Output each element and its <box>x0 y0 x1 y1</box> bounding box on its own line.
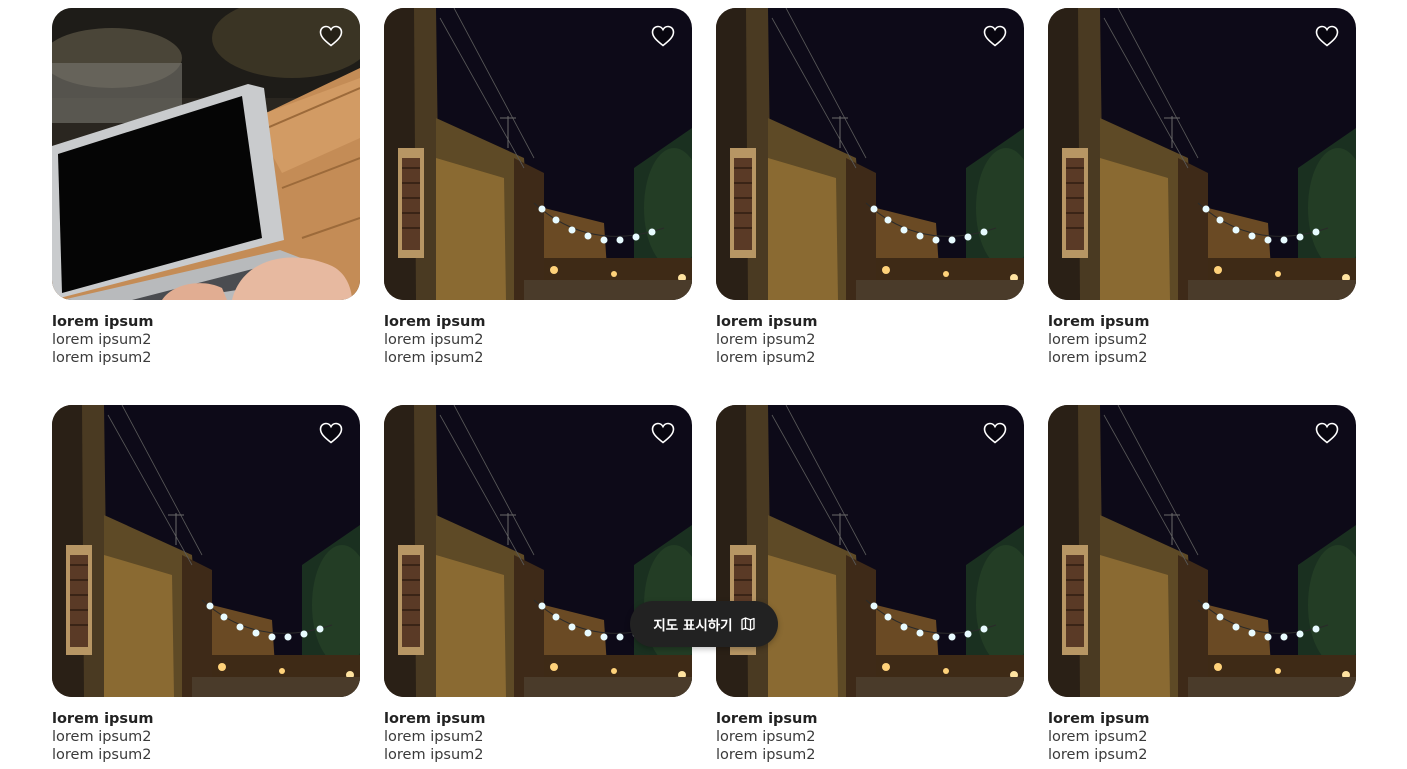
listing-card[interactable]: lorem ipsum lorem ipsum2 lorem ipsum2 <box>1048 405 1356 763</box>
listing-card[interactable]: lorem ipsum lorem ipsum2 lorem ipsum2 <box>716 8 1024 366</box>
listing-subtitle: lorem ipsum2 <box>1048 350 1148 366</box>
listing-subtitle: lorem ipsum2 <box>52 747 152 763</box>
show-map-button[interactable]: 지도 표시하기 <box>630 601 778 647</box>
listing-subtitle: lorem ipsum2 <box>716 350 816 366</box>
listing-card[interactable]: lorem ipsum lorem ipsum2 lorem ipsum2 <box>384 8 692 366</box>
listing-photo[interactable] <box>716 8 1024 300</box>
listing-subtitle: lorem ipsum2 <box>384 747 484 763</box>
listing-title[interactable]: lorem ipsum <box>1048 710 1356 728</box>
street-photo <box>384 8 692 300</box>
listing-subtitle: lorem ipsum2 <box>384 332 484 348</box>
map-icon <box>740 617 755 631</box>
listing-title[interactable]: lorem ipsum <box>716 313 1024 331</box>
listing-photo[interactable] <box>1048 8 1356 300</box>
heart-icon[interactable] <box>651 25 675 47</box>
heart-icon[interactable] <box>319 25 343 47</box>
heart-icon[interactable] <box>319 422 343 444</box>
street-photo <box>1048 8 1356 300</box>
heart-icon[interactable] <box>651 422 675 444</box>
listing-grid: lorem ipsum lorem ipsum2 lorem ipsum2 lo… <box>52 8 1356 763</box>
show-map-label: 지도 표시하기 <box>653 618 733 634</box>
street-photo <box>716 8 1024 300</box>
listing-photo[interactable] <box>716 405 1024 697</box>
listing-card[interactable]: lorem ipsum lorem ipsum2 lorem ipsum2 <box>716 405 1024 763</box>
listing-subtitle: lorem ipsum2 <box>384 729 484 745</box>
listing-title[interactable]: lorem ipsum <box>384 710 692 728</box>
heart-icon[interactable] <box>983 422 1007 444</box>
heart-icon[interactable] <box>983 25 1007 47</box>
listing-photo[interactable] <box>384 405 692 697</box>
listing-title[interactable]: lorem ipsum <box>52 710 360 728</box>
listing-subtitle: lorem ipsum2 <box>52 729 152 745</box>
listing-card[interactable]: lorem ipsum lorem ipsum2 lorem ipsum2 <box>52 8 360 366</box>
listing-title[interactable]: lorem ipsum <box>52 313 360 331</box>
listing-photo[interactable] <box>52 405 360 697</box>
listing-title[interactable]: lorem ipsum <box>716 710 1024 728</box>
listing-subtitle: lorem ipsum2 <box>52 350 152 366</box>
listing-card[interactable]: lorem ipsum lorem ipsum2 lorem ipsum2 <box>52 405 360 763</box>
listing-photo[interactable] <box>1048 405 1356 697</box>
listing-subtitle: lorem ipsum2 <box>716 332 816 348</box>
listing-subtitle: lorem ipsum2 <box>716 747 816 763</box>
listing-subtitle: lorem ipsum2 <box>384 350 484 366</box>
listing-subtitle: lorem ipsum2 <box>1048 332 1148 348</box>
heart-icon[interactable] <box>1315 25 1339 47</box>
street-photo <box>384 405 692 697</box>
listing-card[interactable]: lorem ipsum lorem ipsum2 lorem ipsum2 <box>1048 8 1356 366</box>
listing-photo[interactable] <box>384 8 692 300</box>
listing-title[interactable]: lorem ipsum <box>1048 313 1356 331</box>
listing-subtitle: lorem ipsum2 <box>1048 729 1148 745</box>
street-photo <box>716 405 1024 697</box>
listing-subtitle: lorem ipsum2 <box>1048 747 1148 763</box>
listing-subtitle: lorem ipsum2 <box>52 332 152 348</box>
listing-card[interactable]: lorem ipsum lorem ipsum2 lorem ipsum2 <box>384 405 692 763</box>
laptop-photo <box>52 8 360 300</box>
heart-icon[interactable] <box>1315 422 1339 444</box>
listing-photo[interactable] <box>52 8 360 300</box>
street-photo <box>1048 405 1356 697</box>
listing-subtitle: lorem ipsum2 <box>716 729 816 745</box>
listing-title[interactable]: lorem ipsum <box>384 313 692 331</box>
street-photo <box>52 405 360 697</box>
